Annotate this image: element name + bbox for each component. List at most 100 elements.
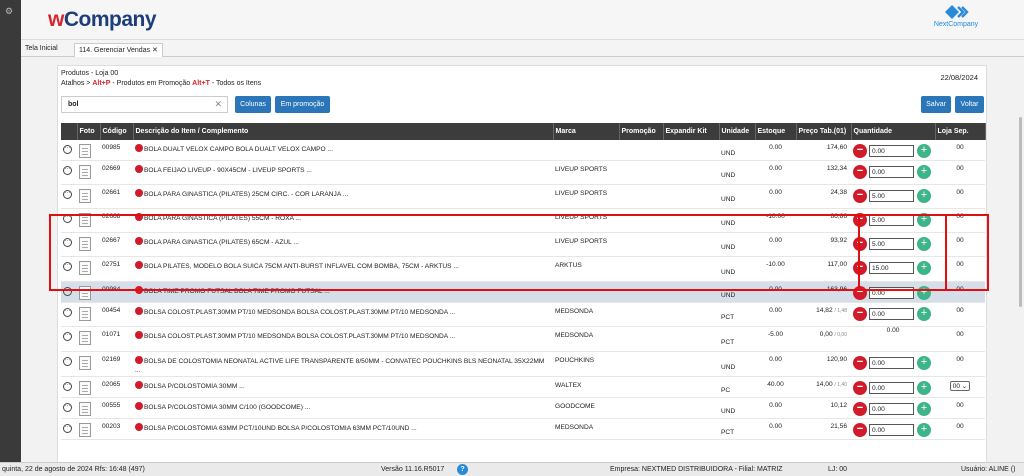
quantity-input[interactable]: 15.00 [869, 262, 914, 274]
more-options-icon[interactable]: ··· [63, 166, 72, 175]
quantity-input[interactable]: 0.00 [869, 308, 914, 320]
more-options-icon[interactable]: ··· [63, 357, 72, 366]
table-row[interactable]: ··· 02751 BOLA PILATES, MODELO BOLA SUICA … [61, 256, 985, 282]
col-header[interactable]: Expandir Kit [663, 123, 720, 140]
table-row[interactable]: ··· 00984 BOLA TIME PROMO FUTSAL BOLA TIME… [61, 281, 985, 303]
quantity-input[interactable]: 0.00 [869, 357, 914, 369]
promo-button[interactable]: Em promoção [275, 96, 330, 113]
quantity-input[interactable]: 0.00 [869, 382, 914, 394]
more-options-icon[interactable]: ··· [63, 403, 72, 412]
table-row[interactable]: ··· 00454 BOLSA COLOST.PLAST.30MM PT/10 ME… [61, 302, 985, 327]
photo-icon[interactable] [79, 307, 91, 321]
clear-search-icon[interactable]: ✕ [214, 99, 222, 110]
minus-icon[interactable]: − [853, 356, 867, 370]
more-options-icon[interactable]: ··· [63, 382, 72, 391]
table-row[interactable]: ··· 00555 BOLSA P/COLOSTOMIA 30MM C/100 (G… [61, 397, 985, 419]
col-header[interactable]: Loja Sep. [935, 123, 986, 140]
help-icon[interactable]: ? [457, 464, 468, 475]
quantity-input[interactable]: 5.00 [869, 190, 914, 202]
table-row[interactable]: ··· 00985 BOLA DUALT VELOX CAMPO BOLA DUAL… [61, 140, 985, 161]
loja-select[interactable]: 00 ⌄ [949, 381, 971, 391]
brand-cell: ARKTUS [553, 256, 619, 282]
more-options-icon[interactable]: ··· [63, 214, 72, 223]
plus-icon[interactable]: + [917, 381, 931, 395]
photo-icon[interactable] [79, 189, 91, 203]
plus-icon[interactable]: + [917, 423, 931, 437]
col-header[interactable]: Estoque [755, 123, 797, 140]
plus-icon[interactable]: + [917, 144, 931, 158]
col-header[interactable]: Descrição do Item / Complemento [133, 123, 554, 140]
table-row[interactable]: ··· 02667 BOLA PARA GINASTICA (PILATES) 65… [61, 232, 985, 257]
quantity-input[interactable]: 5.00 [869, 214, 914, 226]
plus-icon[interactable]: + [917, 189, 931, 203]
more-options-icon[interactable]: ··· [63, 287, 72, 296]
minus-icon[interactable]: − [853, 402, 867, 416]
photo-icon[interactable] [79, 144, 91, 158]
plus-icon[interactable]: + [917, 237, 931, 251]
back-button[interactable]: Voltar [955, 96, 984, 113]
minus-icon[interactable]: − [853, 237, 867, 251]
col-header[interactable]: Promoção [619, 123, 664, 140]
photo-icon[interactable] [79, 331, 91, 345]
table-row[interactable]: ··· 02668 BOLA PARA GINASTICA (PILATES) 55… [61, 208, 985, 233]
plus-icon[interactable]: + [917, 356, 931, 370]
photo-icon[interactable] [79, 423, 91, 437]
tab-home[interactable]: Tela Inicial [21, 43, 62, 57]
quantity-input[interactable]: 5.00 [869, 238, 914, 250]
photo-icon[interactable] [79, 261, 91, 275]
minus-icon[interactable]: − [853, 165, 867, 179]
col-header[interactable]: Quantidade [851, 123, 936, 140]
minus-icon[interactable]: − [853, 423, 867, 437]
photo-icon[interactable] [79, 213, 91, 227]
plus-icon[interactable]: + [917, 261, 931, 275]
more-options-icon[interactable]: ··· [63, 238, 72, 247]
quantity-input[interactable]: 0.00 [869, 424, 914, 436]
minus-icon[interactable]: − [853, 307, 867, 321]
more-options-icon[interactable]: ··· [63, 308, 72, 317]
plus-icon[interactable]: + [917, 307, 931, 321]
plus-icon[interactable]: + [917, 286, 931, 300]
columns-button[interactable]: Colunas [235, 96, 271, 113]
photo-icon[interactable] [79, 402, 91, 416]
col-header[interactable]: Unidade [719, 123, 756, 140]
minus-icon[interactable]: − [853, 381, 867, 395]
col-header[interactable]: Preço Tab.(01) [796, 123, 852, 140]
minus-icon[interactable]: − [853, 261, 867, 275]
search-input[interactable]: bol ✕ [61, 96, 228, 113]
photo-icon[interactable] [79, 381, 91, 395]
photo-icon[interactable] [79, 356, 91, 370]
more-options-icon[interactable]: ··· [63, 190, 72, 199]
plus-icon[interactable]: + [917, 213, 931, 227]
table-row[interactable]: ··· 02661 BOLA PARA GINASTICA (PILATES) 25… [61, 184, 985, 209]
more-options-icon[interactable]: ··· [63, 145, 72, 154]
minus-icon[interactable]: − [853, 189, 867, 203]
quantity-input[interactable]: 0.00 [869, 403, 914, 415]
gear-icon[interactable]: ⚙ [5, 6, 13, 17]
table-row[interactable]: ··· 00203 BOLSA P/COLOSTOMIA 63MM PCT/10UN… [61, 418, 985, 440]
quantity-input[interactable]: 0.00 [869, 145, 914, 157]
minus-icon[interactable]: − [853, 213, 867, 227]
col-header[interactable]: Marca [553, 123, 620, 140]
save-button[interactable]: Salvar [921, 96, 951, 113]
col-header[interactable]: Código [100, 123, 134, 140]
table-row[interactable]: ··· 02669 BOLA FEIJAO LIVEUP - 90X45CM - L… [61, 160, 985, 185]
table-row[interactable]: ··· 01071 BOLSA COLOST.PLAST.30MM PT/10 ME… [61, 326, 985, 352]
minus-icon[interactable]: − [853, 286, 867, 300]
table-row[interactable]: ··· 02169 BOLSA DE COLOSTOMIA NEONATAL ACT… [61, 351, 985, 377]
plus-icon[interactable]: + [917, 165, 931, 179]
tab-gerenciar-vendas[interactable]: 114. Gerenciar Vendas ✕ [74, 43, 163, 57]
photo-icon[interactable] [79, 286, 91, 300]
photo-icon[interactable] [79, 237, 91, 251]
photo-icon[interactable] [79, 165, 91, 179]
more-options-icon[interactable]: ··· [63, 262, 72, 271]
close-icon[interactable]: ✕ [152, 47, 158, 54]
table-row[interactable]: ··· 02065 BOLSA P/COLOSTOMIA 30MM ... WALTE… [61, 376, 985, 398]
plus-icon[interactable]: + [917, 402, 931, 416]
col-header[interactable]: Foto [77, 123, 101, 140]
more-options-icon[interactable]: ··· [63, 332, 72, 341]
quantity-input[interactable]: 0.00 [869, 166, 914, 178]
more-options-icon[interactable]: ··· [63, 424, 72, 433]
scrollbar[interactable] [1019, 117, 1022, 307]
quantity-input[interactable]: 0.00 [869, 287, 914, 299]
minus-icon[interactable]: − [853, 144, 867, 158]
